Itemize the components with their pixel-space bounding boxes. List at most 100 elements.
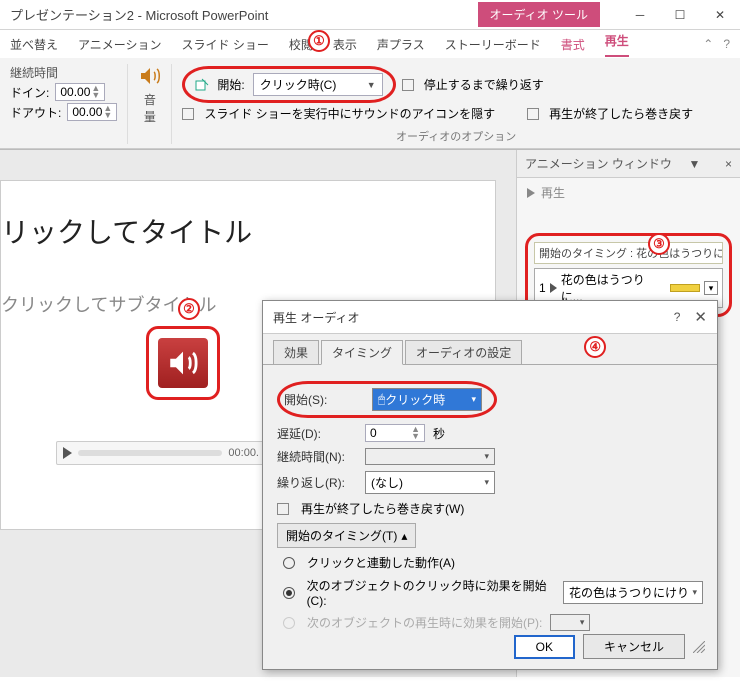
- dlg-radio-onclick[interactable]: [283, 587, 295, 599]
- dlg-radio-onplay-label: 次のオブジェクトの再生時に効果を開始(P):: [307, 614, 542, 631]
- animation-play-button[interactable]: 再生: [541, 184, 565, 201]
- play-icon[interactable]: [63, 447, 72, 459]
- tab-view[interactable]: 表示: [333, 36, 357, 53]
- animation-timeline-bar: [670, 284, 700, 292]
- loop-label: 停止するまで繰り返す: [424, 76, 544, 93]
- pane-chevron-down-icon[interactable]: ▼: [688, 157, 700, 171]
- animation-pane-title: アニメーション ウィンドウ: [525, 155, 672, 172]
- ribbon-group-volume: 音量: [128, 64, 172, 144]
- tab-animation[interactable]: アニメーション: [78, 36, 162, 53]
- dlg-delay-unit: 秒: [433, 425, 445, 442]
- seek-track[interactable]: [78, 450, 222, 456]
- dlg-radio-onplay: [283, 617, 295, 629]
- close-button[interactable]: ✕: [700, 0, 740, 30]
- play-audio-dialog: 再生 オーディオ ? ✕ 効果 タイミング オーディオの設定 ④ 開始(S): …: [262, 300, 718, 670]
- dlg-rewind-label: 再生が終了したら巻き戻す(W): [301, 500, 464, 517]
- dialog-footer: OK キャンセル: [514, 634, 705, 659]
- start-label: 開始:: [217, 76, 244, 93]
- animation-pane-header: アニメーション ウィンドウ ▼ ×: [517, 150, 740, 178]
- tab-storyboard[interactable]: ストーリーボード: [445, 36, 541, 53]
- fadein-field[interactable]: 00.00▲▼: [55, 83, 105, 101]
- titlebar: プレゼンテーション2 - Microsoft PowerPoint オーディオ …: [0, 0, 740, 30]
- time-display: 00:00.: [228, 447, 259, 459]
- chevron-down-icon: ▾: [692, 587, 697, 598]
- start-value: クリック時(C): [260, 76, 337, 93]
- dlg-start-label: 開始(S):: [284, 391, 364, 408]
- dlg-repeat-dropdown[interactable]: (なし)▾: [365, 471, 495, 494]
- tab-format[interactable]: 書式: [561, 36, 585, 53]
- loop-checkbox[interactable]: [402, 79, 414, 91]
- pane-close-icon[interactable]: ×: [725, 157, 732, 171]
- callout-1: ①: [308, 30, 330, 52]
- fadeout-field[interactable]: 00.00▲▼: [67, 103, 117, 121]
- callout-3: ③: [648, 233, 670, 255]
- chevron-down-icon: ▾: [580, 617, 585, 628]
- callout-4: ④: [584, 336, 606, 358]
- dlg-trigger-button[interactable]: 開始のタイミング(T) ▴: [277, 523, 416, 548]
- tab-timing[interactable]: タイミング: [321, 340, 403, 365]
- tab-audio-settings[interactable]: オーディオの設定: [405, 340, 522, 364]
- dlg-rewind-checkbox[interactable]: [277, 503, 289, 515]
- start-dropdown[interactable]: クリック時(C) ▼: [253, 73, 383, 96]
- play-icon[interactable]: [527, 188, 535, 198]
- dlg-radio-animate-label: クリックと連動した動作(A): [307, 554, 455, 571]
- animation-item-menu[interactable]: ▾: [704, 281, 718, 295]
- fadeout-label: ドアウト:: [10, 104, 61, 121]
- hide-icon-label: スライド ショーを実行中にサウンドのアイコンを隠す: [204, 105, 495, 122]
- resize-grip-icon[interactable]: [693, 641, 705, 653]
- hide-icon-checkbox[interactable]: [182, 108, 194, 120]
- rewind-label: 再生が終了したら巻き戻す: [549, 105, 693, 122]
- help-icon[interactable]: ?: [723, 37, 730, 51]
- audio-tools-contextual-tab[interactable]: オーディオ ツール: [478, 2, 601, 27]
- chevron-down-icon: ▾: [471, 394, 476, 405]
- dlg-start-value: クリック時: [385, 391, 445, 408]
- dialog-title: 再生 オーディオ: [273, 309, 360, 326]
- dlg-delay-label: 遅延(D):: [277, 425, 357, 442]
- audio-player-bar[interactable]: 00:00.: [56, 441, 266, 465]
- chevron-down-icon: ▾: [484, 451, 489, 462]
- ribbon: 継続時間 ドイン: 00.00▲▼ ドアウト: 00.00▲▼ 音量 開始: ク…: [0, 58, 740, 149]
- volume-label[interactable]: 音量: [138, 91, 161, 125]
- dialog-close-icon[interactable]: ✕: [694, 308, 707, 326]
- chevron-down-icon: ▾: [484, 477, 489, 488]
- slide-title-placeholder[interactable]: リックしてタイトル: [1, 211, 495, 251]
- tab-playback[interactable]: 再生: [605, 32, 629, 57]
- window-title: プレゼンテーション2 - Microsoft PowerPoint: [0, 5, 268, 24]
- speaker-icon: [138, 64, 162, 88]
- speaker-icon: [166, 346, 200, 380]
- dlg-radio-animate[interactable]: [283, 557, 295, 569]
- animation-trigger-row[interactable]: 開始のタイミング : 花の色はうつりにけり...: [534, 242, 723, 264]
- tab-arrange[interactable]: 並べ替え: [10, 36, 58, 53]
- dlg-repeat-label: 繰り返し(R):: [277, 474, 357, 491]
- audio-object[interactable]: [158, 338, 208, 388]
- ribbon-group-options: 開始: クリック時(C) ▼ 停止するまで繰り返す スライド ショーを実行中にサ…: [172, 64, 740, 144]
- ribbon-group-label: オーディオのオプション: [182, 128, 730, 144]
- cancel-button[interactable]: キャンセル: [583, 634, 685, 659]
- dlg-onplay-target-dropdown: ▾: [550, 614, 590, 631]
- dlg-start-dropdown[interactable]: 🖱 クリック時 ▾: [372, 388, 482, 411]
- animation-item-number: 1: [539, 281, 546, 295]
- ribbon-minimize-icon[interactable]: ⌃: [703, 37, 713, 51]
- dlg-duration-label: 継続時間(N):: [277, 448, 357, 465]
- minimize-button[interactable]: ─: [620, 0, 660, 30]
- animation-play-row: 再生: [517, 178, 740, 207]
- dlg-duration-dropdown[interactable]: ▾: [365, 448, 495, 465]
- ok-button[interactable]: OK: [514, 635, 575, 659]
- rewind-checkbox[interactable]: [527, 108, 539, 120]
- tab-voiceplus[interactable]: 声プラス: [377, 36, 425, 53]
- tab-effect[interactable]: 効果: [273, 340, 319, 364]
- dlg-delay-field[interactable]: 0▲▼: [365, 424, 425, 442]
- audio-object-highlight: [146, 326, 220, 400]
- ribbon-group-fade: 継続時間 ドイン: 00.00▲▼ ドアウト: 00.00▲▼: [0, 64, 128, 144]
- dlg-onclick-target-dropdown[interactable]: 花の色はうつりにけりないたづら...▾: [563, 581, 703, 604]
- maximize-button[interactable]: ☐: [660, 0, 700, 30]
- start-icon: [195, 78, 209, 92]
- tab-slideshow[interactable]: スライド ショー: [182, 36, 269, 53]
- ribbon-tabs: 並べ替え アニメーション スライド ショー 校閲 表示 声プラス ストーリーボー…: [0, 30, 740, 58]
- dialog-tabs: 効果 タイミング オーディオの設定 ④: [263, 334, 717, 365]
- callout-2: ②: [178, 298, 200, 320]
- duration-label: 継続時間: [10, 64, 117, 81]
- chevron-down-icon: ▼: [367, 80, 376, 90]
- dialog-help-icon[interactable]: ?: [674, 310, 681, 324]
- play-icon: [550, 283, 557, 293]
